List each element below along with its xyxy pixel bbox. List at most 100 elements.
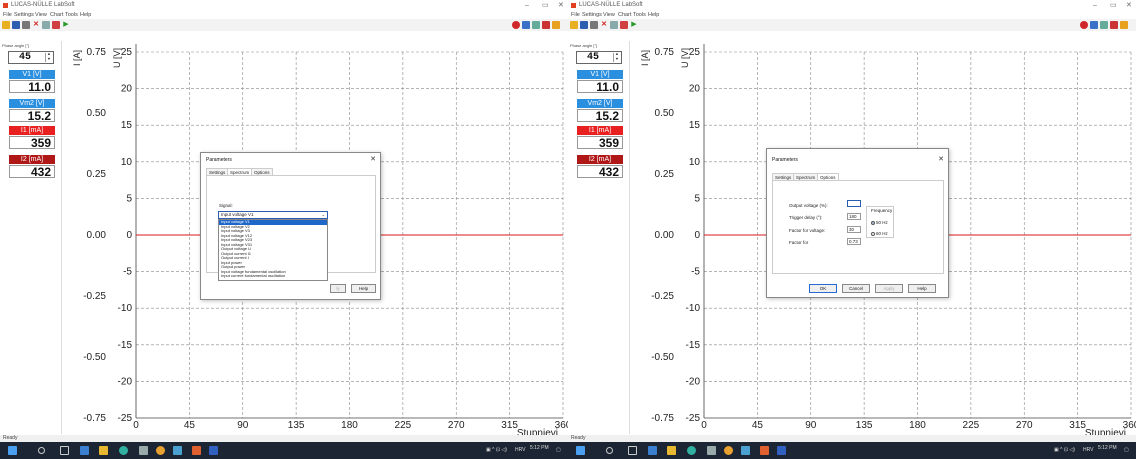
- app-icon-3[interactable]: [192, 446, 201, 455]
- y-tick-label: 10: [121, 157, 133, 168]
- taskbar: ▣ ^ ⊡ ◁) HRV 5:12 PM ▢: [568, 442, 1136, 459]
- file-explorer-icon[interactable]: [648, 446, 657, 455]
- chevron-down-icon: ⌄: [321, 212, 325, 217]
- y-axis-label: U [V]: [112, 48, 122, 68]
- radio-50hz[interactable]: 50 Hz: [871, 220, 888, 225]
- signal-label: Signal:: [219, 203, 233, 208]
- x-tick-label: 45: [184, 420, 196, 431]
- signal-selected-value: Input voltage V1: [221, 212, 254, 217]
- y-tick-label: 10: [689, 157, 701, 168]
- y-axis-label: U [V]: [680, 48, 690, 68]
- search-icon[interactable]: [38, 447, 45, 454]
- y2-tick-label: -0.50: [83, 352, 106, 363]
- y2-axis-label: I [A]: [72, 50, 82, 66]
- y-tick-label: 20: [121, 84, 133, 95]
- y-tick-label: 25: [121, 47, 133, 58]
- y-tick-label: 15: [689, 120, 701, 131]
- x-tick-label: 315: [1069, 420, 1086, 431]
- voltage-factor-input[interactable]: 30: [847, 226, 861, 233]
- signal-select[interactable]: Input voltage V1 ⌄: [218, 211, 328, 219]
- dialog-close-icon[interactable]: ✕: [370, 155, 376, 163]
- y-tick-label: -25: [686, 413, 701, 424]
- radio-60hz-label: 60 Hz: [876, 231, 888, 236]
- chrome-icon[interactable]: [724, 446, 733, 455]
- chrome-icon[interactable]: [156, 446, 165, 455]
- app-icon-1[interactable]: [707, 446, 716, 455]
- y-tick-label: 15: [121, 120, 133, 131]
- y2-axis-label: I [A]: [640, 50, 650, 66]
- tray-icons[interactable]: ▣ ^ ⊡ ◁): [486, 442, 507, 459]
- tray-clock[interactable]: 5:12 PM: [530, 442, 549, 454]
- file-explorer-icon[interactable]: [80, 446, 89, 455]
- task-view-icon[interactable]: [60, 446, 69, 455]
- y2-tick-label: 0.25: [655, 169, 675, 180]
- app-icon-4[interactable]: [777, 446, 786, 455]
- app-icon-1[interactable]: [139, 446, 148, 455]
- x-tick-label: 90: [237, 420, 249, 431]
- y-tick-label: 20: [689, 84, 701, 95]
- windows-start-icon[interactable]: [576, 446, 585, 455]
- tray-language[interactable]: HRV: [1083, 442, 1093, 459]
- x-tick-label: 225: [963, 420, 980, 431]
- y2-tick-label: 0.00: [655, 230, 675, 241]
- app-icon-2[interactable]: [741, 446, 750, 455]
- app-icon-4[interactable]: [209, 446, 218, 455]
- current-factor-input[interactable]: 0.73: [847, 238, 861, 245]
- y2-tick-label: 0.00: [87, 230, 107, 241]
- edge-icon[interactable]: [119, 446, 128, 455]
- signal-dropdown-list: Input voltage V1 Input voltage V2 Input vo…: [218, 219, 328, 281]
- taskbar: ▣ ^ ⊡ ◁) HRV 5:12 PM ▢: [0, 442, 568, 459]
- app-icon-3[interactable]: [760, 446, 769, 455]
- cancel-button[interactable]: Cancel: [842, 284, 870, 293]
- help-button[interactable]: Help: [908, 284, 936, 293]
- output-voltage-input[interactable]: [847, 200, 861, 207]
- x-tick-label: 45: [752, 420, 764, 431]
- y2-tick-label: -0.75: [651, 413, 674, 424]
- app-icon-2[interactable]: [173, 446, 182, 455]
- search-icon[interactable]: [606, 447, 613, 454]
- y-tick-label: 0: [694, 230, 700, 241]
- dialog-title: Parameters: [206, 157, 232, 163]
- y-tick-label: 5: [694, 193, 700, 204]
- task-view-icon[interactable]: [628, 446, 637, 455]
- status-bar: Ready: [568, 435, 1136, 442]
- dialog-title: Parameters: [772, 157, 798, 163]
- help-button[interactable]: Help: [351, 284, 376, 293]
- y2-tick-label: 0.50: [87, 108, 107, 119]
- y-tick-label: 25: [689, 47, 701, 58]
- y2-tick-label: 0.75: [655, 47, 675, 58]
- x-tick-label: 225: [395, 420, 412, 431]
- trigger-delay-input[interactable]: 180: [847, 213, 861, 220]
- folder-icon[interactable]: [99, 446, 108, 455]
- apply-button[interactable]: Apply: [875, 284, 903, 293]
- edge-icon[interactable]: [687, 446, 696, 455]
- x-tick-label: 135: [288, 420, 305, 431]
- radio-60hz-indicator: [871, 232, 875, 236]
- radio-60hz[interactable]: 60 Hz: [871, 231, 888, 236]
- x-tick-label: 315: [501, 420, 518, 431]
- x-tick-label: 180: [341, 420, 358, 431]
- y-tick-label: -5: [691, 267, 700, 278]
- notification-icon[interactable]: ▢: [1124, 442, 1129, 459]
- folder-icon[interactable]: [667, 446, 676, 455]
- tray-language[interactable]: HRV: [515, 442, 525, 459]
- tray-icons[interactable]: ▣ ^ ⊡ ◁): [1054, 442, 1075, 459]
- y2-tick-label: -0.50: [651, 352, 674, 363]
- y2-tick-label: -0.25: [651, 291, 674, 302]
- y2-tick-label: 0.25: [87, 169, 107, 180]
- signal-option[interactable]: Input current fundamental oscillation: [219, 273, 327, 279]
- notification-icon[interactable]: ▢: [556, 442, 561, 459]
- dialog-close-icon[interactable]: ✕: [938, 155, 944, 163]
- radio-50hz-indicator: [871, 221, 875, 225]
- y2-tick-label: 0.75: [87, 47, 107, 58]
- apply-button[interactable]: ly: [330, 284, 346, 293]
- tray-clock[interactable]: 5:12 PM: [1098, 442, 1117, 454]
- parameters-dialog: Parameters ✕ Settings Spectrum Options O…: [766, 148, 949, 298]
- windows-start-icon[interactable]: [8, 446, 17, 455]
- ok-button[interactable]: OK: [809, 284, 837, 293]
- x-tick-label: 0: [133, 420, 139, 431]
- parameters-dialog: Parameters ✕ Settings Spectrum Options S…: [200, 152, 381, 300]
- current-factor-label: Factor for: [789, 240, 809, 245]
- y-tick-label: -10: [118, 303, 133, 314]
- y2-tick-label: -0.75: [83, 413, 106, 424]
